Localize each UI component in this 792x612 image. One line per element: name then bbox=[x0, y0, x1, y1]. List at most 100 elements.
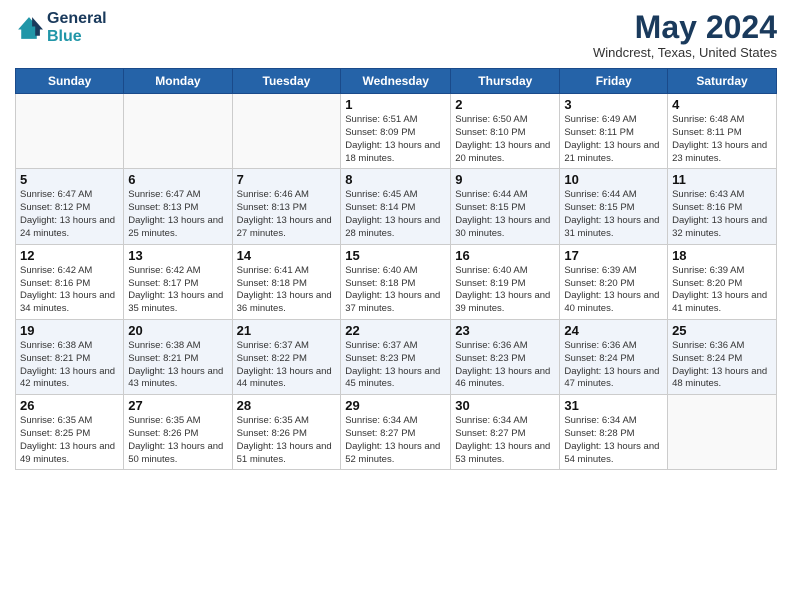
day-info: Sunrise: 6:36 AM Sunset: 8:23 PM Dayligh… bbox=[455, 340, 555, 391]
calendar-cell bbox=[124, 94, 232, 169]
calendar-week-1: 1 Sunrise: 6:51 AM Sunset: 8:09 PM Daylig… bbox=[16, 94, 777, 169]
calendar-cell: 4Sunrise: 6:48 AM Sunset: 8:11 PM Daylig… bbox=[668, 94, 777, 169]
day-number: 26 bbox=[20, 398, 119, 413]
day-info: Sunrise: 6:39 AM Sunset: 8:20 PM Dayligh… bbox=[564, 265, 663, 316]
day-number: 12 bbox=[20, 248, 119, 263]
day-number: 23 bbox=[455, 323, 555, 338]
day-number: 30 bbox=[455, 398, 555, 413]
day-number: 16 bbox=[455, 248, 555, 263]
day-info: Sunrise: 6:40 AM Sunset: 8:19 PM Dayligh… bbox=[455, 265, 555, 316]
day-number: 28 bbox=[237, 398, 337, 413]
calendar-week-2: 5 Sunrise: 6:47 AM Sunset: 8:12 PM Daylig… bbox=[16, 169, 777, 244]
day-info: Sunrise: 6:37 AM Sunset: 8:23 PM Dayligh… bbox=[345, 340, 446, 391]
day-number: 13 bbox=[128, 248, 227, 263]
day-info: Sunrise: 6:46 AM Sunset: 8:13 PM Dayligh… bbox=[237, 189, 337, 240]
day-info: Sunrise: 6:36 AM Sunset: 8:24 PM Dayligh… bbox=[564, 340, 663, 391]
day-number: 5 bbox=[20, 172, 119, 187]
day-info: Sunrise: 6:49 AM Sunset: 8:11 PM Dayligh… bbox=[564, 114, 663, 165]
day-info: Sunrise: 6:41 AM Sunset: 8:18 PM Dayligh… bbox=[237, 265, 337, 316]
day-number: 22 bbox=[345, 323, 446, 338]
calendar-cell bbox=[668, 395, 777, 470]
calendar-cell: 21 Sunrise: 6:37 AM Sunset: 8:22 PM Dayli… bbox=[232, 319, 341, 394]
location: Windcrest, Texas, United States bbox=[593, 45, 777, 60]
day-info: Sunrise: 6:45 AM Sunset: 8:14 PM Dayligh… bbox=[345, 189, 446, 240]
calendar-cell: 6Sunrise: 6:47 AM Sunset: 8:13 PM Daylig… bbox=[124, 169, 232, 244]
calendar-cell: 24Sunrise: 6:36 AM Sunset: 8:24 PM Dayli… bbox=[560, 319, 668, 394]
calendar-cell: 1 Sunrise: 6:51 AM Sunset: 8:09 PM Daylig… bbox=[341, 94, 451, 169]
calendar-cell: 19 Sunrise: 6:38 AM Sunset: 8:21 PM Dayli… bbox=[16, 319, 124, 394]
calendar-cell: 9Sunrise: 6:44 AM Sunset: 8:15 PM Daylig… bbox=[451, 169, 560, 244]
calendar-cell: 12Sunrise: 6:42 AM Sunset: 8:16 PM Dayli… bbox=[16, 244, 124, 319]
month-year: May 2024 bbox=[593, 10, 777, 45]
col-thursday: Thursday bbox=[451, 69, 560, 94]
title-block: May 2024 Windcrest, Texas, United States bbox=[593, 10, 777, 60]
day-number: 29 bbox=[345, 398, 446, 413]
day-info: Sunrise: 6:47 AM Sunset: 8:12 PM Dayligh… bbox=[20, 189, 119, 240]
calendar-cell: 31Sunrise: 6:34 AM Sunset: 8:28 PM Dayli… bbox=[560, 395, 668, 470]
calendar-cell: 23 Sunrise: 6:36 AM Sunset: 8:23 PM Dayli… bbox=[451, 319, 560, 394]
calendar-cell: 30Sunrise: 6:34 AM Sunset: 8:27 PM Dayli… bbox=[451, 395, 560, 470]
calendar-cell bbox=[232, 94, 341, 169]
day-info: Sunrise: 6:35 AM Sunset: 8:26 PM Dayligh… bbox=[128, 415, 227, 466]
calendar-cell: 17Sunrise: 6:39 AM Sunset: 8:20 PM Dayli… bbox=[560, 244, 668, 319]
calendar-cell: 16 Sunrise: 6:40 AM Sunset: 8:19 PM Dayli… bbox=[451, 244, 560, 319]
day-info: Sunrise: 6:47 AM Sunset: 8:13 PM Dayligh… bbox=[128, 189, 227, 240]
day-info: Sunrise: 6:42 AM Sunset: 8:17 PM Dayligh… bbox=[128, 265, 227, 316]
day-info: Sunrise: 6:39 AM Sunset: 8:20 PM Dayligh… bbox=[672, 265, 772, 316]
col-tuesday: Tuesday bbox=[232, 69, 341, 94]
calendar-cell: 7 Sunrise: 6:46 AM Sunset: 8:13 PM Daylig… bbox=[232, 169, 341, 244]
day-number: 25 bbox=[672, 323, 772, 338]
day-number: 21 bbox=[237, 323, 337, 338]
calendar-cell: 27 Sunrise: 6:35 AM Sunset: 8:26 PM Dayli… bbox=[124, 395, 232, 470]
calendar-cell: 25 Sunrise: 6:36 AM Sunset: 8:24 PM Dayli… bbox=[668, 319, 777, 394]
calendar-cell: 26Sunrise: 6:35 AM Sunset: 8:25 PM Dayli… bbox=[16, 395, 124, 470]
calendar-cell: 11 Sunrise: 6:43 AM Sunset: 8:16 PM Dayli… bbox=[668, 169, 777, 244]
day-info: Sunrise: 6:38 AM Sunset: 8:21 PM Dayligh… bbox=[128, 340, 227, 391]
day-info: Sunrise: 6:34 AM Sunset: 8:27 PM Dayligh… bbox=[345, 415, 446, 466]
calendar-cell: 15Sunrise: 6:40 AM Sunset: 8:18 PM Dayli… bbox=[341, 244, 451, 319]
col-monday: Monday bbox=[124, 69, 232, 94]
day-number: 7 bbox=[237, 172, 337, 187]
day-info: Sunrise: 6:37 AM Sunset: 8:22 PM Dayligh… bbox=[237, 340, 337, 391]
calendar-cell: 20 Sunrise: 6:38 AM Sunset: 8:21 PM Dayli… bbox=[124, 319, 232, 394]
day-number: 10 bbox=[564, 172, 663, 187]
calendar-table: Sunday Monday Tuesday Wednesday Thursday… bbox=[15, 68, 777, 470]
day-number: 4 bbox=[672, 97, 772, 112]
calendar-cell: 29 Sunrise: 6:34 AM Sunset: 8:27 PM Dayli… bbox=[341, 395, 451, 470]
day-number: 18 bbox=[672, 248, 772, 263]
calendar-week-4: 19 Sunrise: 6:38 AM Sunset: 8:21 PM Dayli… bbox=[16, 319, 777, 394]
day-info: Sunrise: 6:38 AM Sunset: 8:21 PM Dayligh… bbox=[20, 340, 119, 391]
day-number: 11 bbox=[672, 172, 772, 187]
day-info: Sunrise: 6:35 AM Sunset: 8:26 PM Dayligh… bbox=[237, 415, 337, 466]
col-saturday: Saturday bbox=[668, 69, 777, 94]
logo-icon bbox=[15, 14, 43, 42]
day-number: 27 bbox=[128, 398, 227, 413]
header: General Blue May 2024 Windcrest, Texas, … bbox=[15, 10, 777, 60]
calendar-cell bbox=[16, 94, 124, 169]
day-number: 19 bbox=[20, 323, 119, 338]
calendar-cell: 3Sunrise: 6:49 AM Sunset: 8:11 PM Daylig… bbox=[560, 94, 668, 169]
day-number: 8 bbox=[345, 172, 446, 187]
logo: General Blue bbox=[15, 10, 107, 45]
col-sunday: Sunday bbox=[16, 69, 124, 94]
day-info: Sunrise: 6:51 AM Sunset: 8:09 PM Dayligh… bbox=[345, 114, 446, 165]
day-number: 31 bbox=[564, 398, 663, 413]
day-info: Sunrise: 6:44 AM Sunset: 8:15 PM Dayligh… bbox=[564, 189, 663, 240]
col-friday: Friday bbox=[560, 69, 668, 94]
page: General Blue May 2024 Windcrest, Texas, … bbox=[0, 0, 792, 612]
calendar-week-3: 12Sunrise: 6:42 AM Sunset: 8:16 PM Dayli… bbox=[16, 244, 777, 319]
day-number: 1 bbox=[345, 97, 446, 112]
calendar-cell: 22 Sunrise: 6:37 AM Sunset: 8:23 PM Dayli… bbox=[341, 319, 451, 394]
day-info: Sunrise: 6:40 AM Sunset: 8:18 PM Dayligh… bbox=[345, 265, 446, 316]
calendar-cell: 18 Sunrise: 6:39 AM Sunset: 8:20 PM Dayli… bbox=[668, 244, 777, 319]
calendar-cell: 13 Sunrise: 6:42 AM Sunset: 8:17 PM Dayli… bbox=[124, 244, 232, 319]
header-row: Sunday Monday Tuesday Wednesday Thursday… bbox=[16, 69, 777, 94]
calendar-cell: 28 Sunrise: 6:35 AM Sunset: 8:26 PM Dayli… bbox=[232, 395, 341, 470]
calendar-cell: 8 Sunrise: 6:45 AM Sunset: 8:14 PM Daylig… bbox=[341, 169, 451, 244]
logo-text: General Blue bbox=[47, 10, 107, 45]
day-info: Sunrise: 6:36 AM Sunset: 8:24 PM Dayligh… bbox=[672, 340, 772, 391]
day-info: Sunrise: 6:44 AM Sunset: 8:15 PM Dayligh… bbox=[455, 189, 555, 240]
day-info: Sunrise: 6:43 AM Sunset: 8:16 PM Dayligh… bbox=[672, 189, 772, 240]
col-wednesday: Wednesday bbox=[341, 69, 451, 94]
day-number: 20 bbox=[128, 323, 227, 338]
